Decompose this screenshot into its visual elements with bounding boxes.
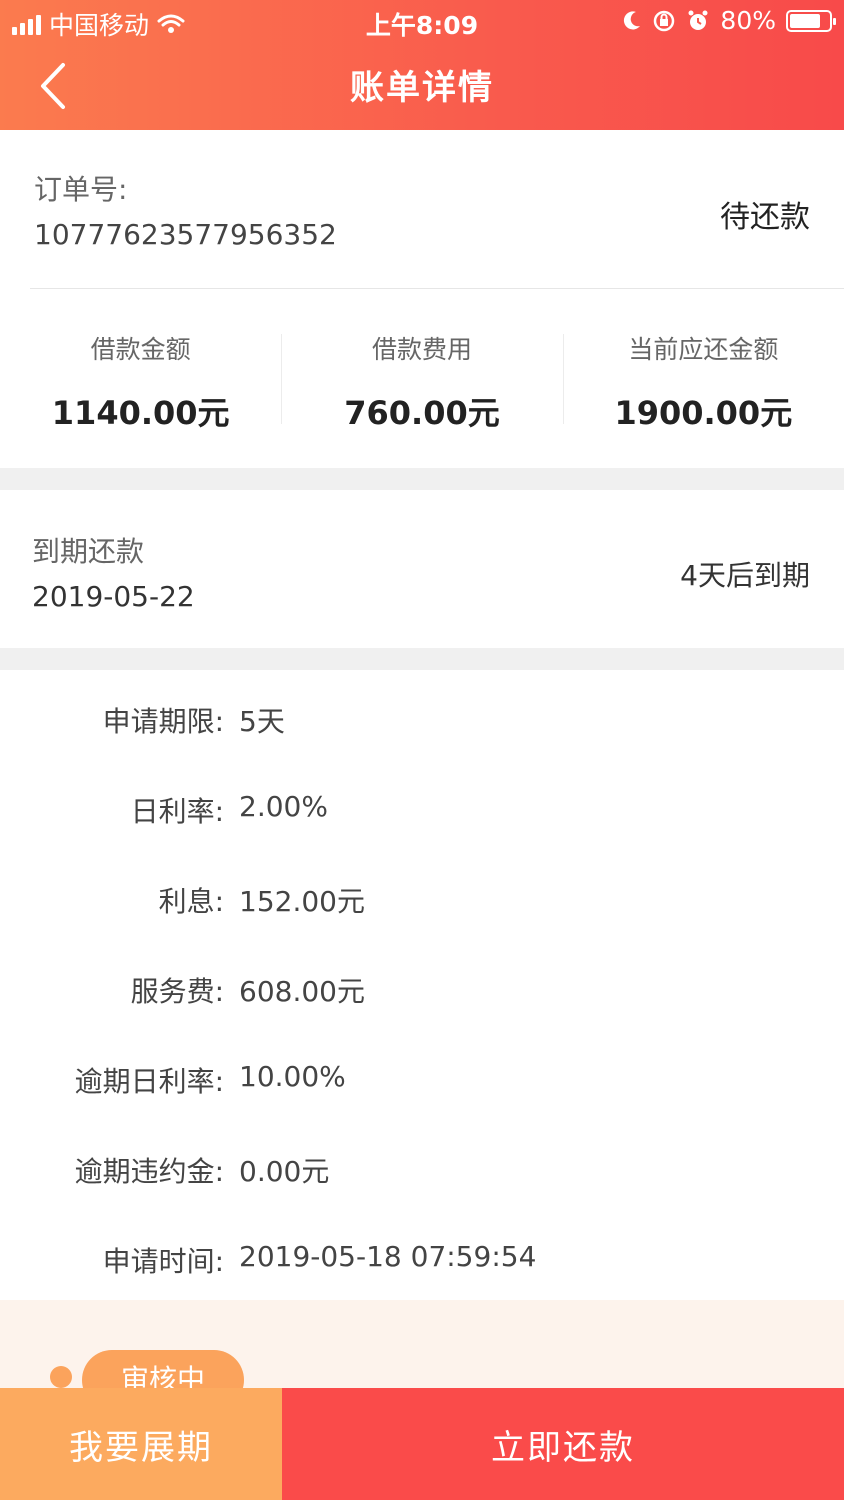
- detail-row: 服务费: 608.00元: [0, 970, 844, 1010]
- detail-value: 2019-05-18 07:59:54: [239, 1240, 537, 1273]
- detail-value: 10.00%: [239, 1060, 346, 1093]
- detail-row: 申请期限: 5天: [0, 700, 844, 740]
- detail-key: 申请时间:: [102, 1245, 224, 1278]
- detail-row: 申请时间: 2019-05-18 07:59:54: [0, 1240, 844, 1280]
- loan-fee-value: 760.00元: [344, 394, 500, 432]
- rotation-lock-icon: [654, 10, 675, 31]
- status-bar: 中国移动 上午8:09 80%: [0, 0, 844, 44]
- loan-fee-label: 借款费用: [371, 335, 472, 364]
- detail-value: 152.00元: [239, 885, 365, 918]
- progress-timeline: 审核中: [0, 1300, 844, 1390]
- amount-due: 当前应还金额 1900.00元: [562, 330, 844, 432]
- detail-value: 2.00%: [239, 790, 328, 823]
- amount-due-label: 当前应还金额: [628, 335, 779, 364]
- detail-row: 日利率: 2.00%: [0, 790, 844, 830]
- status-badge: 审核中: [82, 1350, 244, 1390]
- loan-amount-label: 借款金额: [90, 335, 191, 364]
- order-summary-card: 订单号: 10777623577956352 待还款 借款金额 1140.00元…: [0, 130, 844, 468]
- repay-now-button[interactable]: 立即还款: [282, 1388, 844, 1500]
- amount-summary: 借款金额 1140.00元 借款费用 760.00元 当前应还金额 1900.0…: [0, 330, 844, 432]
- loan-fee: 借款费用 760.00元: [281, 330, 562, 432]
- detail-value: 608.00元: [239, 975, 365, 1008]
- detail-key: 服务费:: [130, 975, 224, 1008]
- detail-key: 日利率:: [130, 795, 224, 828]
- order-status: 待还款: [720, 200, 810, 235]
- due-date: 2019-05-22: [32, 580, 195, 613]
- battery-icon: [786, 9, 836, 32]
- battery-percent: 80%: [720, 6, 776, 35]
- due-label: 到期还款: [32, 535, 145, 568]
- divider: [30, 288, 844, 289]
- detail-row: 逾期日利率: 10.00%: [0, 1060, 844, 1100]
- detail-key: 逾期日利率:: [74, 1065, 224, 1098]
- page-title: 账单详情: [350, 68, 494, 108]
- due-date-card: 到期还款 2019-05-22 4天后到期: [0, 490, 844, 648]
- action-bar: 我要展期 立即还款: [0, 1388, 844, 1500]
- order-number: 10777623577956352: [34, 218, 337, 251]
- loan-amount: 借款金额 1140.00元: [0, 330, 281, 432]
- amount-due-value: 1900.00元: [614, 394, 793, 432]
- detail-value: 5天: [239, 705, 285, 738]
- detail-value: 0.00元: [239, 1155, 330, 1188]
- detail-key: 利息:: [158, 885, 224, 918]
- alarm-icon: [688, 10, 708, 30]
- detail-row: 利息: 152.00元: [0, 880, 844, 920]
- detail-row: 逾期违约金: 0.00元: [0, 1150, 844, 1190]
- extend-button[interactable]: 我要展期: [0, 1388, 282, 1500]
- app-header: 中国移动 上午8:09 80% 账单详情: [0, 0, 844, 130]
- moon-icon: [624, 10, 641, 29]
- detail-key: 申请期限:: [102, 705, 224, 738]
- timeline-dot: [50, 1366, 72, 1388]
- loan-details: 申请期限: 5天 日利率: 2.00% 利息: 152.00元 服务费: 608…: [0, 670, 844, 1300]
- loan-amount-value: 1140.00元: [51, 394, 230, 432]
- days-remaining: 4天后到期: [680, 559, 810, 592]
- detail-key: 逾期违约金:: [74, 1155, 224, 1188]
- order-number-label: 订单号:: [34, 173, 128, 206]
